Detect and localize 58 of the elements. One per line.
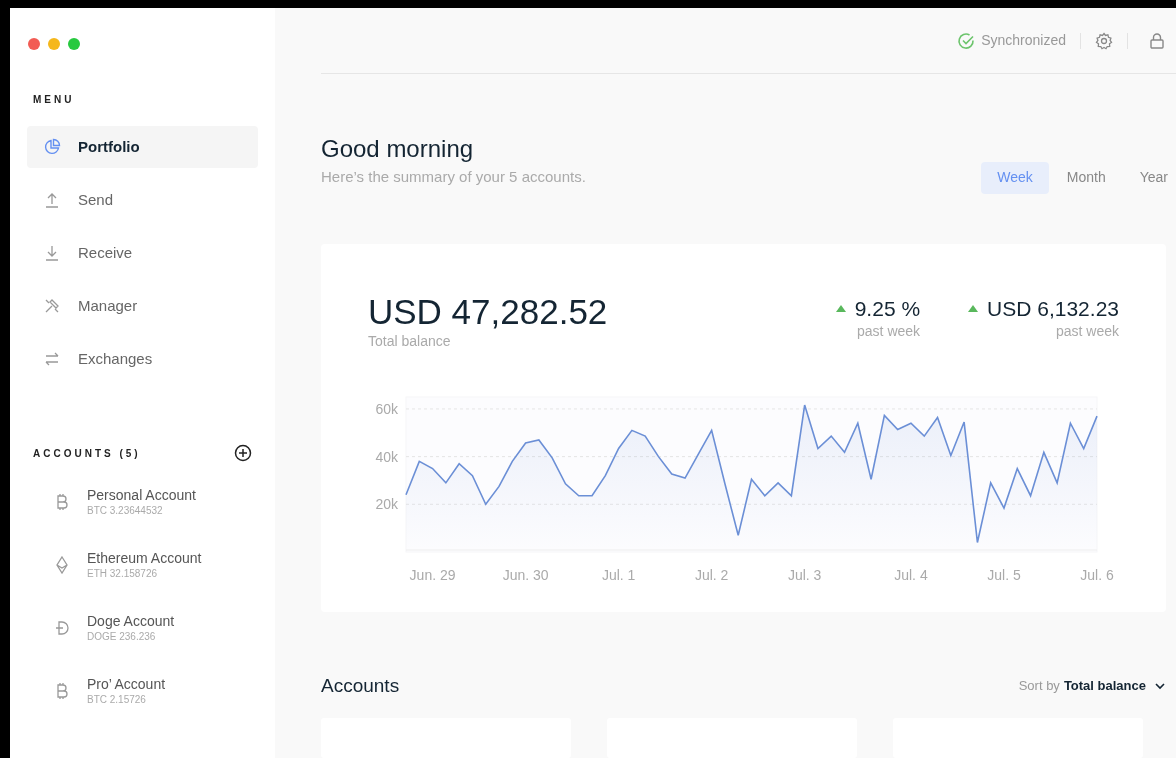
accounts-heading: ACCOUNTS (5)	[33, 446, 141, 461]
download-arrow-icon	[43, 244, 61, 262]
total-balance-caption: Total balance	[368, 331, 452, 350]
greeting-subtitle: Here’s the summary of your 5 accounts.	[321, 167, 586, 188]
menu-item[interactable]: Exchanges	[27, 338, 258, 380]
menu-item[interactable]: Portfolio	[27, 126, 258, 168]
y-axis-label: 40k	[375, 448, 398, 465]
accounts-title: Accounts	[321, 673, 400, 698]
account-name[interactable]: Doge Account	[87, 612, 175, 630]
bitcoin-icon	[55, 682, 69, 700]
account-balance: DOGE 236.236	[87, 630, 157, 644]
settings-button[interactable]	[1095, 31, 1113, 50]
account-balance: ETH 32.158726	[87, 567, 159, 581]
x-axis-label: Jun. 29	[409, 566, 456, 583]
stat-caption: past week	[1055, 321, 1119, 340]
ethereum-icon	[55, 556, 69, 574]
menu-heading: MENU	[33, 93, 76, 107]
up-triangle-icon	[968, 305, 979, 313]
account-balance: BTC 2.15726	[87, 693, 147, 707]
stat-value: 9.25 %	[854, 295, 921, 322]
tools-icon	[43, 297, 61, 315]
y-axis-label: 60k	[375, 400, 398, 417]
sync-status-text: Synchronized	[981, 31, 1066, 51]
x-axis-label: Jul. 1	[601, 566, 636, 583]
x-axis-label: Jun. 30	[502, 566, 549, 583]
account-balance: BTC 3.23644532	[87, 504, 164, 518]
x-axis-label: Jul. 3	[787, 566, 822, 583]
bitcoin-icon	[55, 493, 69, 511]
menu-item[interactable]: Manager	[27, 285, 258, 327]
up-triangle-icon	[835, 305, 846, 313]
x-axis-label: Jul. 2	[694, 566, 729, 583]
close-window-button[interactable]	[28, 38, 40, 50]
x-axis-label: Jul. 6	[1080, 566, 1114, 583]
account-name[interactable]: Pro’ Account	[87, 675, 166, 693]
minimize-window-button[interactable]	[48, 38, 60, 50]
maximize-window-button[interactable]	[68, 38, 80, 50]
menu-item[interactable]: Send	[27, 179, 258, 221]
add-account-button[interactable]	[234, 444, 252, 462]
total-balance: USD 47,282.52	[368, 291, 608, 332]
lock-button[interactable]	[1148, 31, 1166, 50]
x-axis-label: Jul. 5	[987, 566, 1021, 583]
sort-dropdown[interactable]: Sort by Total balance	[1018, 676, 1166, 696]
period-tab[interactable]: Month	[1050, 161, 1122, 194]
greeting-title: Good morning	[321, 134, 475, 165]
stat-caption: past week	[857, 321, 921, 340]
sort-label: Sort by	[1018, 677, 1060, 695]
sort-value: Total balance	[1063, 677, 1146, 695]
x-axis-label: Jul. 4	[894, 566, 928, 583]
y-axis-label: 20k	[375, 496, 398, 513]
swap-arrows-icon	[43, 350, 61, 368]
dogecoin-icon	[55, 619, 69, 637]
pie-chart-icon	[43, 138, 61, 156]
upload-arrow-icon	[43, 191, 61, 209]
account-name[interactable]: Ethereum Account	[87, 549, 202, 567]
period-tab[interactable]: Year	[1123, 161, 1176, 194]
stat-value: USD 6,132.23	[987, 295, 1119, 322]
menu-item[interactable]: Receive	[27, 232, 258, 274]
account-name[interactable]: Personal Account	[87, 486, 196, 504]
